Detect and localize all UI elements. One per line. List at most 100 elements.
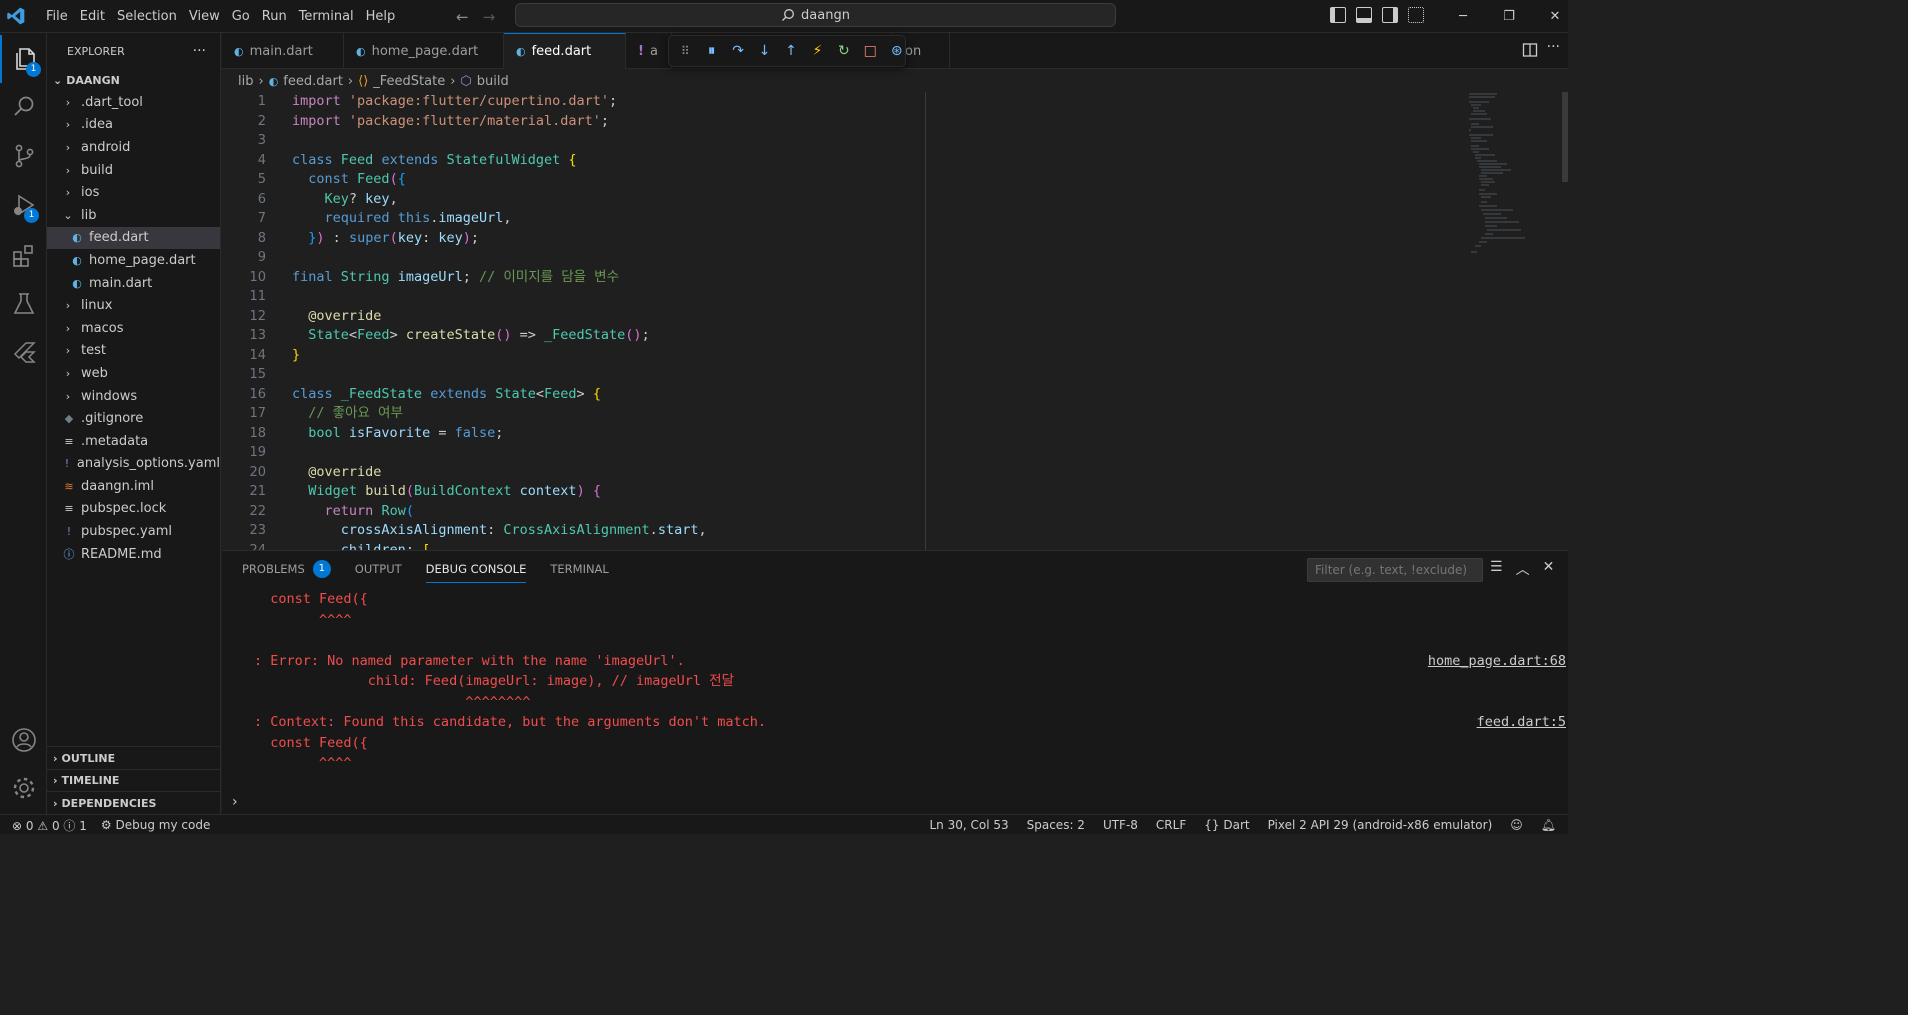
tree-item[interactable]: ⓘ README.md (47, 543, 220, 566)
debug-launch-status[interactable]: ⚙ Debug my code (101, 818, 210, 832)
tree-item[interactable]: › .dart_tool (47, 91, 220, 114)
close-panel-icon[interactable]: ✕ (1543, 559, 1555, 579)
line-number: 23 (249, 523, 266, 538)
line-endings[interactable]: CRLF (1156, 818, 1186, 832)
tree-item[interactable]: › ios (47, 181, 220, 204)
maximize-panel-icon[interactable]: ︿ (1516, 559, 1530, 579)
console-prompt-icon[interactable]: › (232, 794, 238, 810)
step-into-icon[interactable]: ↓ (756, 43, 772, 60)
menu-edit[interactable]: Edit (74, 0, 111, 33)
problems-status[interactable]: ⊗ 0 ⚠ 0 ⓘ 1 (12, 817, 87, 834)
flutter-device[interactable]: Pixel 2 API 29 (android-x86 emulator) (1268, 818, 1493, 832)
drag-handle-icon[interactable]: ⠿ (677, 43, 693, 60)
step-over-icon[interactable]: ↷ (730, 43, 746, 60)
line-number: 12 (249, 308, 266, 324)
breadcrumb-class[interactable]: _FeedState (373, 74, 445, 89)
tab-problems[interactable]: PROBLEMS 1 (242, 551, 331, 587)
menu-selection[interactable]: Selection (111, 0, 183, 33)
menu-go[interactable]: Go (226, 0, 256, 33)
dependencies-panel-header[interactable]: › DEPENDENCIES (47, 791, 221, 814)
breadcrumb-folder[interactable]: lib (238, 74, 253, 89)
accounts-activity[interactable] (0, 716, 47, 764)
close-window-icon[interactable]: ✕ (1532, 9, 1578, 24)
tree-item[interactable]: ◐ home_page.dart (47, 249, 220, 272)
source-link[interactable]: feed.dart:5 (1477, 712, 1566, 733)
workspace-root[interactable]: ⌄ DAANGN (47, 69, 220, 91)
tree-item[interactable]: ! analysis_options.yaml (47, 453, 220, 476)
command-center[interactable]: daangn (515, 3, 1116, 27)
tree-item[interactable]: › .idea (47, 114, 220, 137)
bell-icon[interactable]: 🔔︎ (1541, 818, 1556, 832)
source-control-activity[interactable] (0, 132, 47, 180)
tree-item[interactable]: ≋ daangn.iml (47, 475, 220, 498)
timeline-panel-header[interactable]: › TIMELINE (47, 768, 221, 792)
restore-icon[interactable]: ❐ (1486, 9, 1532, 24)
minimap[interactable] (1467, 92, 1567, 262)
tab-main-dart[interactable]: ◐ main.dart (222, 33, 344, 69)
forward-arrow-icon[interactable]: → (483, 8, 496, 26)
tab-debug-console[interactable]: DEBUG CONSOLE (425, 551, 526, 587)
tree-item[interactable]: ⌄ lib (47, 204, 220, 227)
encoding[interactable]: UTF-8 (1103, 818, 1138, 832)
explorer-activity[interactable]: 1 (0, 35, 47, 83)
tree-item[interactable]: ≡ pubspec.lock (47, 498, 220, 521)
menu-run[interactable]: Run (256, 0, 293, 33)
tab-output[interactable]: OUTPUT (355, 551, 402, 587)
menu-help[interactable]: Help (360, 0, 402, 33)
indentation[interactable]: Spaces: 2 (1027, 818, 1085, 832)
breadcrumb-file[interactable]: feed.dart (283, 74, 343, 89)
tree-item[interactable]: › macos (47, 317, 220, 340)
tree-item[interactable]: ◐ feed.dart (47, 226, 220, 250)
cursor-position[interactable]: Ln 30, Col 53 (929, 818, 1008, 832)
code-content[interactable]: import 'package:flutter/cupertino.dart';… (292, 92, 707, 550)
tree-item[interactable]: › test (47, 340, 220, 363)
tree-item[interactable]: › windows (47, 385, 220, 408)
tab-terminal[interactable]: TERMINAL (550, 551, 608, 587)
split-editor-icon[interactable] (1522, 42, 1538, 62)
search-activity[interactable] (0, 83, 47, 131)
code-editor[interactable]: 1 2 3 4 5 6 7 8 9 10 11 12 13 14 15 16 17 18 19 20 21 22 23 24 … (222, 92, 1568, 550)
tab-feed-dart[interactable]: ◐ feed.dart (504, 33, 626, 69)
more-actions-icon[interactable]: ··· (193, 43, 206, 59)
manage-activity[interactable] (0, 764, 47, 812)
toggle-sidebar-icon[interactable] (1330, 7, 1346, 23)
tab-analysis-options[interactable]: ! a (626, 33, 672, 69)
more-actions-icon[interactable]: ··· (1547, 39, 1560, 55)
restart-icon[interactable]: ↻ (836, 43, 852, 60)
run-debug-activity[interactable]: 1 (0, 181, 47, 229)
pause-icon[interactable]: ⏸ (703, 43, 719, 60)
extensions-activity[interactable] (0, 232, 47, 280)
menu-file[interactable]: File (40, 0, 74, 33)
stop-icon[interactable]: □ (862, 43, 878, 60)
tree-item[interactable]: › web (47, 362, 220, 385)
source-link[interactable]: home_page.dart:68 (1428, 651, 1566, 672)
back-arrow-icon[interactable]: ← (456, 8, 469, 26)
toggle-secondary-sidebar-icon[interactable] (1382, 7, 1398, 23)
outline-panel-header[interactable]: › OUTLINE (47, 746, 221, 769)
menu-view[interactable]: View (183, 0, 226, 33)
toggle-panel-icon[interactable] (1356, 7, 1372, 23)
menu-terminal[interactable]: Terminal (293, 0, 360, 33)
debug-config-label: Debug my code (115, 818, 211, 832)
tree-item[interactable]: ◆ .gitignore (47, 407, 220, 430)
tree-item[interactable]: › linux (47, 294, 220, 317)
feedback-icon[interactable]: ☺ (1510, 818, 1523, 832)
flutter-activity[interactable] (0, 329, 47, 377)
tree-item[interactable]: ◐ main.dart (47, 272, 220, 295)
console-filter-input[interactable] (1307, 558, 1483, 582)
tree-item[interactable]: › build (47, 159, 220, 182)
step-out-icon[interactable]: ↑ (783, 43, 799, 60)
breadcrumb-method[interactable]: build (477, 74, 509, 89)
tree-item[interactable]: › android (47, 136, 220, 159)
tab-home-page-dart[interactable]: ◐ home_page.dart (344, 33, 504, 69)
tree-item[interactable]: ≡ .metadata (47, 430, 220, 453)
customize-layout-icon[interactable] (1408, 7, 1424, 23)
editor-scrollbar[interactable] (1562, 92, 1568, 182)
clear-console-icon[interactable]: ☰ (1490, 559, 1503, 579)
devtools-icon[interactable]: ⊛ (889, 43, 905, 60)
testing-activity[interactable] (0, 280, 47, 328)
minimize-icon[interactable]: ─ (1440, 9, 1486, 24)
hot-reload-icon[interactable]: ⚡ (809, 43, 825, 60)
tree-item[interactable]: ! pubspec.yaml (47, 520, 220, 543)
language-mode[interactable]: {} Dart (1204, 818, 1249, 832)
